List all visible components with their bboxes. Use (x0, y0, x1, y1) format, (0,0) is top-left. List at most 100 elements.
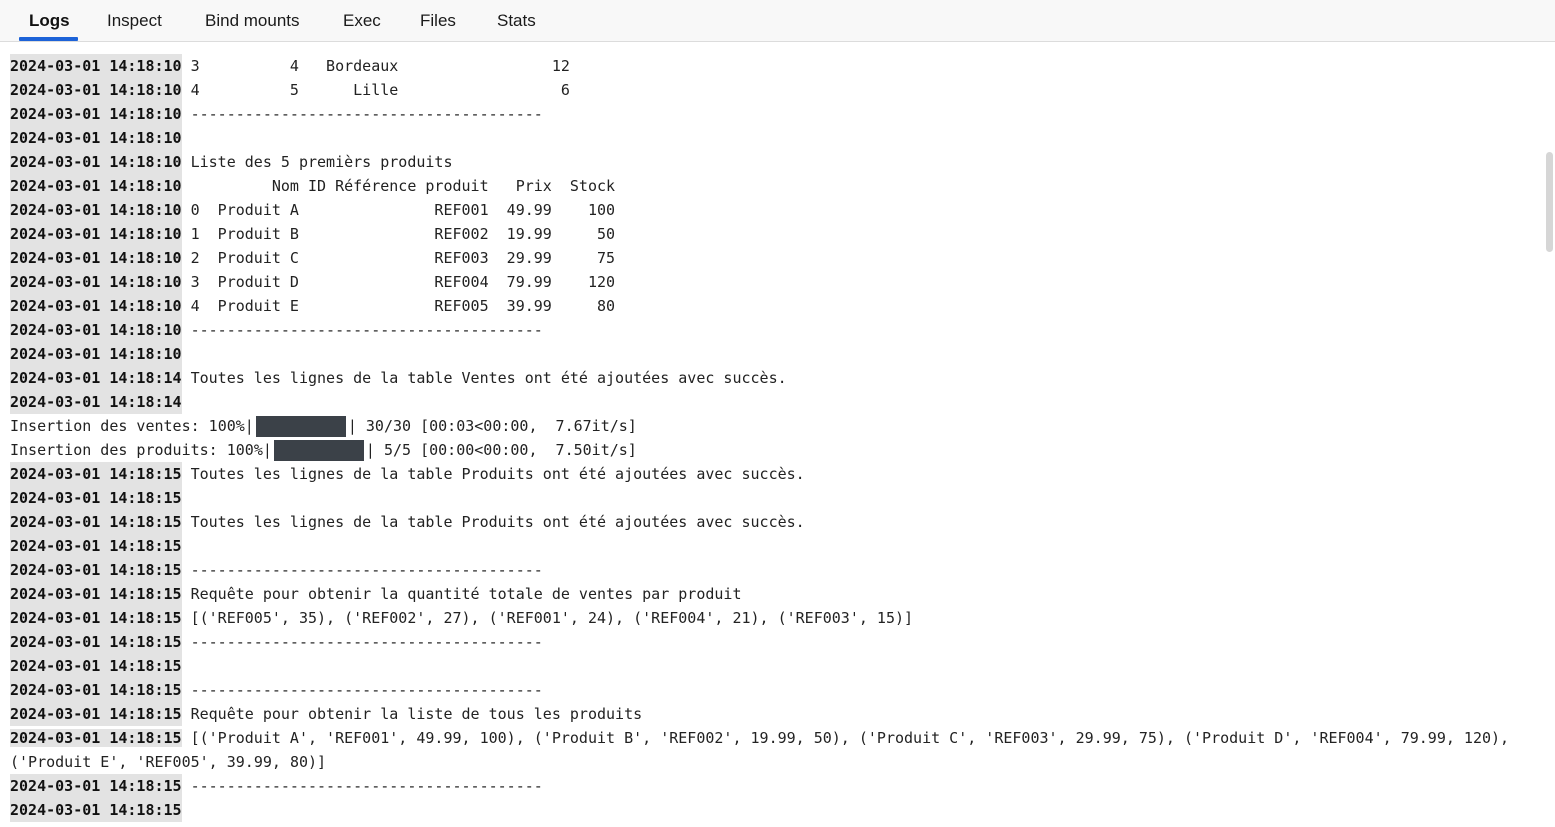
log-message: Toutes les lignes de la table Produits o… (190, 465, 805, 483)
tab-bar: Logs Inspect Bind mounts Exec Files Stat… (0, 0, 1555, 42)
log-timestamp: 2024-03-01 14:18:10 (10, 198, 182, 222)
log-timestamp: 2024-03-01 14:18:15 (10, 630, 182, 654)
log-message: --------------------------------------- (190, 105, 543, 123)
tab-files[interactable]: Files (420, 0, 456, 41)
progress-bar (273, 439, 364, 461)
log-line: 2024-03-01 14:18:15 ---------------------… (10, 678, 1544, 702)
progress-label: Insertion des ventes: 100%| (10, 417, 254, 435)
log-message: --------------------------------------- (190, 561, 543, 579)
log-output[interactable]: 2024-03-01 14:18:10 3 4 Bordeaux 12 2024-0… (10, 54, 1544, 822)
log-group: 2024-03-01 14:18:15 ---------------------… (10, 774, 1544, 822)
log-line: 2024-03-01 14:18:10 Liste des 5 premièrs … (10, 150, 1544, 174)
log-timestamp: 2024-03-01 14:18:10 (10, 54, 182, 78)
log-line: 2024-03-01 14:18:15 ---------------------… (10, 774, 1544, 798)
log-timestamp: 2024-03-01 14:18:14 (10, 366, 182, 390)
log-timestamp: 2024-03-01 14:18:15 (10, 606, 182, 630)
log-message: [('REF005', 35), ('REF002', 27), ('REF00… (190, 609, 914, 627)
log-message: 4 5 Lille 6 (190, 81, 570, 99)
tab-bind-mounts[interactable]: Bind mounts (205, 0, 300, 41)
log-timestamp: 2024-03-01 14:18:10 (10, 174, 182, 198)
log-line: 2024-03-01 14:18:10 ---------------------… (10, 102, 1544, 126)
progress-group: Insertion des ventes: 100%| | 30/30 [00:0… (10, 414, 1544, 462)
log-message: Toutes les lignes de la table Ventes ont… (190, 369, 787, 387)
progress-status: | 5/5 [00:00<00:00, 7.50it/s] (365, 441, 637, 459)
log-line: 2024-03-01 14:18:10 4 5 Lille 6 (10, 78, 1544, 102)
progress-bar (255, 415, 346, 437)
log-timestamp: 2024-03-01 14:18:10 (10, 222, 182, 246)
log-message: Toutes les lignes de la table Produits o… (190, 513, 805, 531)
log-timestamp: 2024-03-01 14:18:10 (10, 126, 182, 150)
log-line: 2024-03-01 14:18:10 Nom ID Référence pro… (10, 174, 1544, 198)
log-line: 2024-03-01 14:18:15 Requête pour obtenir … (10, 702, 1544, 726)
log-timestamp: 2024-03-01 14:18:15 (10, 774, 182, 798)
tab-stats[interactable]: Stats (497, 0, 536, 41)
log-timestamp: 2024-03-01 14:18:10 (10, 150, 182, 174)
log-line: 2024-03-01 14:18:10 4 Produit E REF005 39… (10, 294, 1544, 318)
log-line: 2024-03-01 14:18:10 3 Produit D REF004 79… (10, 270, 1544, 294)
log-line: 2024-03-01 14:18:15 (10, 534, 1544, 558)
log-timestamp: 2024-03-01 14:18:15 (10, 654, 182, 678)
log-timestamp: 2024-03-01 14:18:10 (10, 294, 182, 318)
active-tab-indicator (19, 37, 78, 41)
log-message: --------------------------------------- (190, 681, 543, 699)
log-timestamp: 2024-03-01 14:18:15 (10, 702, 182, 726)
log-timestamp: 2024-03-01 14:18:10 (10, 342, 182, 366)
log-line: 2024-03-01 14:18:10 0 Produit A REF001 49… (10, 198, 1544, 222)
log-line: 2024-03-01 14:18:10 1 Produit B REF002 19… (10, 222, 1544, 246)
log-timestamp: 2024-03-01 14:18:15 (10, 558, 182, 582)
log-group: 2024-03-01 14:18:15 Toutes les lignes de … (10, 462, 1544, 726)
log-message: --------------------------------------- (190, 777, 543, 795)
log-line: 2024-03-01 14:18:15 [('REF005', 35), ('RE… (10, 606, 1544, 630)
log-message: --------------------------------------- (190, 321, 543, 339)
log-timestamp: 2024-03-01 14:18:15 (10, 582, 182, 606)
log-message: [('Produit A', 'REF001', 49.99, 100), ('… (10, 729, 1510, 771)
log-line: 2024-03-01 14:18:15 Requête pour obtenir … (10, 582, 1544, 606)
tab-exec[interactable]: Exec (343, 0, 381, 41)
log-line: 2024-03-01 14:18:10 (10, 126, 1544, 150)
log-message: Requête pour obtenir la liste de tous le… (190, 705, 643, 723)
progress-status: | 30/30 [00:03<00:00, 7.67it/s] (347, 417, 637, 435)
log-message: Liste des 5 premièrs produits (190, 153, 453, 171)
log-message: 3 4 Bordeaux 12 (190, 57, 570, 75)
log-line: 2024-03-01 14:18:15 (10, 486, 1544, 510)
log-timestamp: 2024-03-01 14:18:10 (10, 78, 182, 102)
log-timestamp: 2024-03-01 14:18:15 (10, 729, 182, 747)
log-timestamp: 2024-03-01 14:18:15 (10, 486, 182, 510)
log-message: 4 Produit E REF005 39.99 80 (190, 297, 616, 315)
log-message: Nom ID Référence produit Prix Stock (190, 177, 616, 195)
tab-logs[interactable]: Logs (29, 0, 70, 41)
log-line: 2024-03-01 14:18:10 2 Produit C REF003 29… (10, 246, 1544, 270)
progress-line: Insertion des produits: 100%| | 5/5 [00:0… (10, 438, 1544, 462)
log-group: 2024-03-01 14:18:10 3 4 Bordeaux 12 2024-0… (10, 54, 1544, 414)
log-timestamp: 2024-03-01 14:18:15 (10, 510, 182, 534)
log-timestamp: 2024-03-01 14:18:15 (10, 798, 182, 822)
log-message: 2 Produit C REF003 29.99 75 (190, 249, 616, 267)
log-line: 2024-03-01 14:18:10 ---------------------… (10, 318, 1544, 342)
log-line: 2024-03-01 14:18:10 (10, 342, 1544, 366)
scrollbar-thumb[interactable] (1546, 152, 1553, 252)
log-line: 2024-03-01 14:18:15 ---------------------… (10, 630, 1544, 654)
log-line: 2024-03-01 14:18:14 Toutes les lignes de … (10, 366, 1544, 390)
log-timestamp: 2024-03-01 14:18:14 (10, 390, 182, 414)
log-message: 3 Produit D REF004 79.99 120 (190, 273, 616, 291)
tab-inspect[interactable]: Inspect (107, 0, 162, 41)
log-timestamp: 2024-03-01 14:18:10 (10, 270, 182, 294)
log-line: 2024-03-01 14:18:15 (10, 654, 1544, 678)
log-timestamp: 2024-03-01 14:18:10 (10, 318, 182, 342)
log-timestamp: 2024-03-01 14:18:10 (10, 102, 182, 126)
log-message: 1 Produit B REF002 19.99 50 (190, 225, 616, 243)
log-line: 2024-03-01 14:18:10 3 4 Bordeaux 12 (10, 54, 1544, 78)
log-message: --------------------------------------- (190, 633, 543, 651)
log-line: 2024-03-01 14:18:15 Toutes les lignes de … (10, 462, 1544, 486)
scrollbar[interactable] (1545, 42, 1555, 827)
log-timestamp: 2024-03-01 14:18:15 (10, 678, 182, 702)
progress-label: Insertion des produits: 100%| (10, 441, 272, 459)
log-line: 2024-03-01 14:18:15 ---------------------… (10, 558, 1544, 582)
log-message: Requête pour obtenir la quantité totale … (190, 585, 742, 603)
log-timestamp: 2024-03-01 14:18:10 (10, 246, 182, 270)
progress-line: Insertion des ventes: 100%| | 30/30 [00:0… (10, 414, 1544, 438)
log-line: 2024-03-01 14:18:15 (10, 798, 1544, 822)
log-line: 2024-03-01 14:18:15 [('Produit A', 'REF00… (10, 726, 1544, 774)
log-timestamp: 2024-03-01 14:18:15 (10, 462, 182, 486)
log-line: 2024-03-01 14:18:15 Toutes les lignes de … (10, 510, 1544, 534)
